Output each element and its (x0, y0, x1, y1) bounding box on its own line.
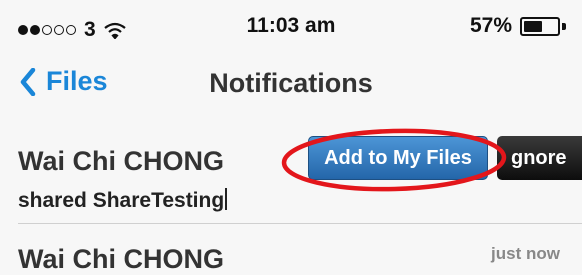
notification-sender: Wai Chi CHONG (18, 146, 224, 176)
status-bar: 3 11:03 am 57% (0, 0, 582, 56)
add-to-my-files-button[interactable]: Add to My Files (308, 136, 488, 180)
navigation-bar: Files Notifications (0, 56, 582, 118)
notification-item: Wai Chi CHONG just now (0, 224, 582, 274)
notification-timestamp: just now (491, 244, 560, 263)
battery-icon (520, 17, 560, 36)
battery-level (524, 21, 542, 32)
notification-message: shared ShareTesting (18, 188, 228, 213)
page-title: Notifications (209, 68, 373, 98)
notification-sender: Wai Chi CHONG (18, 244, 224, 274)
battery-percentage: 57% (469, 14, 512, 37)
ignore-button[interactable]: gnore (497, 136, 582, 180)
text-cursor (225, 188, 228, 210)
battery-nub (562, 23, 566, 30)
notification-message-text: shared ShareTesting (18, 189, 225, 212)
notification-item: Wai Chi CHONG shared ShareTesting Add to… (0, 118, 582, 223)
